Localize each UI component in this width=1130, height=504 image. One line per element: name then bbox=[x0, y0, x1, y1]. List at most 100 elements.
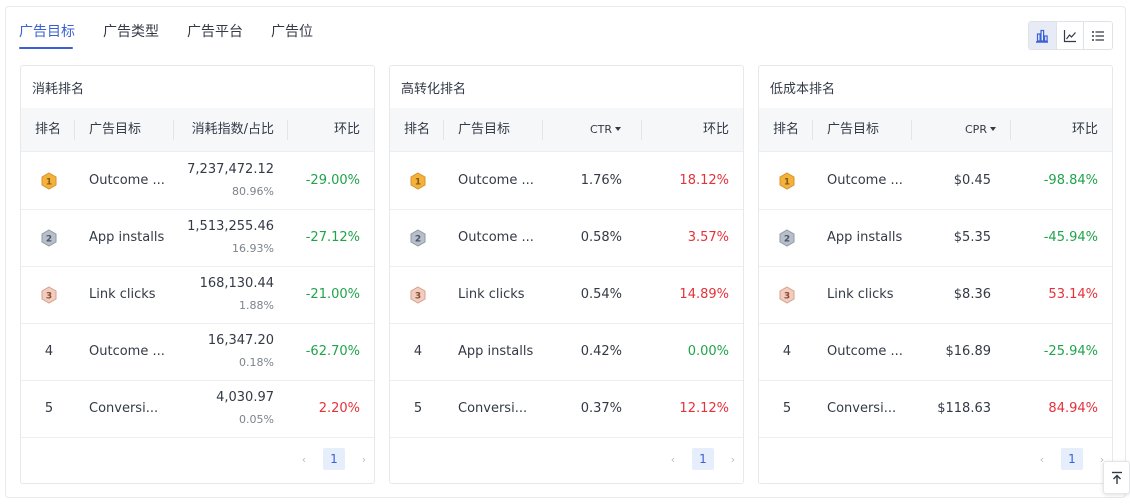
line-chart-icon bbox=[1063, 29, 1076, 42]
medal-rank-number: 2 bbox=[415, 235, 421, 245]
rank-number: 4 bbox=[413, 344, 423, 359]
metric-value: $16.89 bbox=[945, 344, 992, 359]
header-change: 环比 bbox=[333, 122, 360, 137]
silver-medal-icon: 2 bbox=[41, 229, 57, 247]
header-metric: 消耗指数/占比 bbox=[191, 122, 274, 137]
ad-target-name: Outcome ... bbox=[458, 173, 534, 188]
ad-target-name: Link clicks bbox=[89, 287, 156, 302]
gold-medal-icon: 1 bbox=[779, 172, 795, 190]
spend-share: 0.18% bbox=[239, 356, 274, 369]
table-row: 5 Conversi... 0.37% 12.12% bbox=[390, 381, 743, 438]
tab-ad-objective[interactable]: 广告目标 bbox=[19, 21, 75, 49]
ad-target-name: Link clicks bbox=[458, 287, 525, 302]
ad-target-name: App installs bbox=[89, 230, 165, 245]
spend-share: 16.93% bbox=[232, 242, 274, 255]
silver-medal-icon: 2 bbox=[779, 229, 795, 247]
medal-rank-number: 3 bbox=[784, 292, 790, 302]
page-number-button[interactable]: 1 bbox=[1061, 448, 1083, 470]
spend-share: 1.88% bbox=[239, 299, 274, 312]
table-row: 5 Conversi... $118.63 84.94% bbox=[759, 381, 1112, 438]
silver-medal-icon: 2 bbox=[410, 229, 426, 247]
table-row: 1 Outcome ... 7,237,472.12 80.96% -29.00% bbox=[21, 153, 374, 210]
table-header: 排名 广告目标 CTR 环比 bbox=[390, 108, 743, 152]
card-conversion-ranking: 高转化排名 排名 广告目标 CTR 环比 1 Outcome ... 1.76% 18… bbox=[389, 65, 744, 484]
ad-target-name: Conversi... bbox=[827, 401, 897, 416]
rank-number: 4 bbox=[782, 344, 792, 359]
table-row: 3 Link clicks 168,130.44 1.88% -21.00% bbox=[21, 267, 374, 324]
sort-chevron-icon bbox=[989, 127, 996, 131]
change-value: 14.89% bbox=[679, 287, 729, 302]
bronze-medal-icon: 3 bbox=[41, 286, 57, 304]
spend-index: 16,347.20 bbox=[207, 333, 274, 348]
spend-share: 0.05% bbox=[239, 413, 274, 426]
page-number-button[interactable]: 1 bbox=[323, 448, 345, 470]
change-value: 18.12% bbox=[679, 173, 729, 188]
prev-page-button[interactable]: ‹ bbox=[666, 453, 680, 466]
card-title: 高转化排名 bbox=[401, 82, 467, 97]
rank-number: 5 bbox=[413, 401, 423, 416]
tab-ad-placement[interactable]: 广告位 bbox=[271, 21, 313, 49]
back-to-top-icon bbox=[1111, 471, 1122, 484]
next-page-button[interactable]: › bbox=[726, 453, 740, 466]
table-row: 1 Outcome ... $0.45 -98.84% bbox=[759, 153, 1112, 210]
spend-index: 7,237,472.12 bbox=[187, 162, 274, 177]
header-change: 环比 bbox=[702, 122, 729, 137]
table-header: 排名 广告目标 CPR 环比 bbox=[759, 108, 1112, 152]
prev-page-button[interactable]: ‹ bbox=[1035, 453, 1049, 466]
ad-target-name: Outcome ... bbox=[89, 344, 165, 359]
header-rank: 排名 bbox=[773, 122, 800, 137]
page-number-button[interactable]: 1 bbox=[692, 448, 714, 470]
table-row: 4 App installs 0.42% 0.00% bbox=[390, 324, 743, 381]
prev-page-button[interactable]: ‹ bbox=[297, 453, 311, 466]
ad-target-name: Link clicks bbox=[827, 287, 894, 302]
header-rank: 排名 bbox=[35, 122, 62, 137]
gold-medal-icon: 1 bbox=[41, 172, 57, 190]
metric-value: $5.35 bbox=[953, 230, 991, 245]
card-low-cost-ranking: 低成本排名 排名 广告目标 CPR 环比 1 Outcome ... $0.45 -9… bbox=[758, 65, 1113, 484]
back-to-top-button[interactable] bbox=[1103, 461, 1130, 494]
header-metric-sortable[interactable]: CPR bbox=[965, 108, 996, 152]
ad-target-name: Outcome ... bbox=[458, 230, 534, 245]
change-value: -27.12% bbox=[305, 230, 360, 245]
tab-ad-type[interactable]: 广告类型 bbox=[103, 21, 159, 49]
medal-rank-number: 3 bbox=[415, 292, 421, 302]
header-metric: CTR bbox=[590, 123, 613, 136]
card-title: 消耗排名 bbox=[32, 82, 85, 97]
ad-target-name: Outcome ... bbox=[89, 173, 165, 188]
spend-index: 168,130.44 bbox=[199, 276, 274, 291]
change-value: 53.14% bbox=[1048, 287, 1098, 302]
rank-number: 4 bbox=[44, 344, 54, 359]
header-metric: CPR bbox=[965, 123, 987, 136]
ad-target-name: App installs bbox=[827, 230, 903, 245]
tab-ad-platform[interactable]: 广告平台 bbox=[187, 21, 243, 49]
rank-number: 5 bbox=[782, 401, 792, 416]
metric-value: 0.54% bbox=[580, 287, 622, 302]
ad-target-name: Outcome ... bbox=[827, 344, 903, 359]
change-value: -25.94% bbox=[1043, 344, 1098, 359]
medal-rank-number: 1 bbox=[784, 178, 790, 188]
bronze-medal-icon: 3 bbox=[410, 286, 426, 304]
spend-share: 80.96% bbox=[232, 185, 274, 198]
change-value: 2.20% bbox=[318, 401, 360, 416]
change-value: -29.00% bbox=[305, 173, 360, 188]
table-row: 3 Link clicks $8.36 53.14% bbox=[759, 267, 1112, 324]
metric-value: 0.58% bbox=[580, 230, 622, 245]
ranking-panel: 广告目标 广告类型 广告平台 广告位 消耗排名 排名 广告目标 消耗指数/占比 … bbox=[5, 6, 1126, 498]
metric-value: 0.42% bbox=[580, 344, 622, 359]
line-chart-view-button[interactable] bbox=[1056, 22, 1085, 49]
rank-number: 5 bbox=[44, 401, 54, 416]
table-row: 4 Outcome ... 16,347.20 0.18% -62.70% bbox=[21, 324, 374, 381]
header-change: 环比 bbox=[1071, 122, 1098, 137]
list-icon bbox=[1092, 30, 1105, 41]
metric-value: $118.63 bbox=[937, 401, 991, 416]
table-row: 2 App installs 1,513,255.46 16.93% -27.12% bbox=[21, 210, 374, 267]
medal-rank-number: 3 bbox=[46, 292, 52, 302]
list-view-button[interactable] bbox=[1084, 22, 1112, 49]
medal-rank-number: 1 bbox=[46, 178, 52, 188]
bar-chart-view-button[interactable] bbox=[1029, 22, 1057, 49]
table-row: 2 Outcome ... 0.58% 3.57% bbox=[390, 210, 743, 267]
header-metric-sortable[interactable]: CTR bbox=[590, 108, 622, 152]
medal-rank-number: 2 bbox=[784, 235, 790, 245]
medal-rank-number: 1 bbox=[415, 178, 421, 188]
next-page-button[interactable]: › bbox=[357, 453, 371, 466]
